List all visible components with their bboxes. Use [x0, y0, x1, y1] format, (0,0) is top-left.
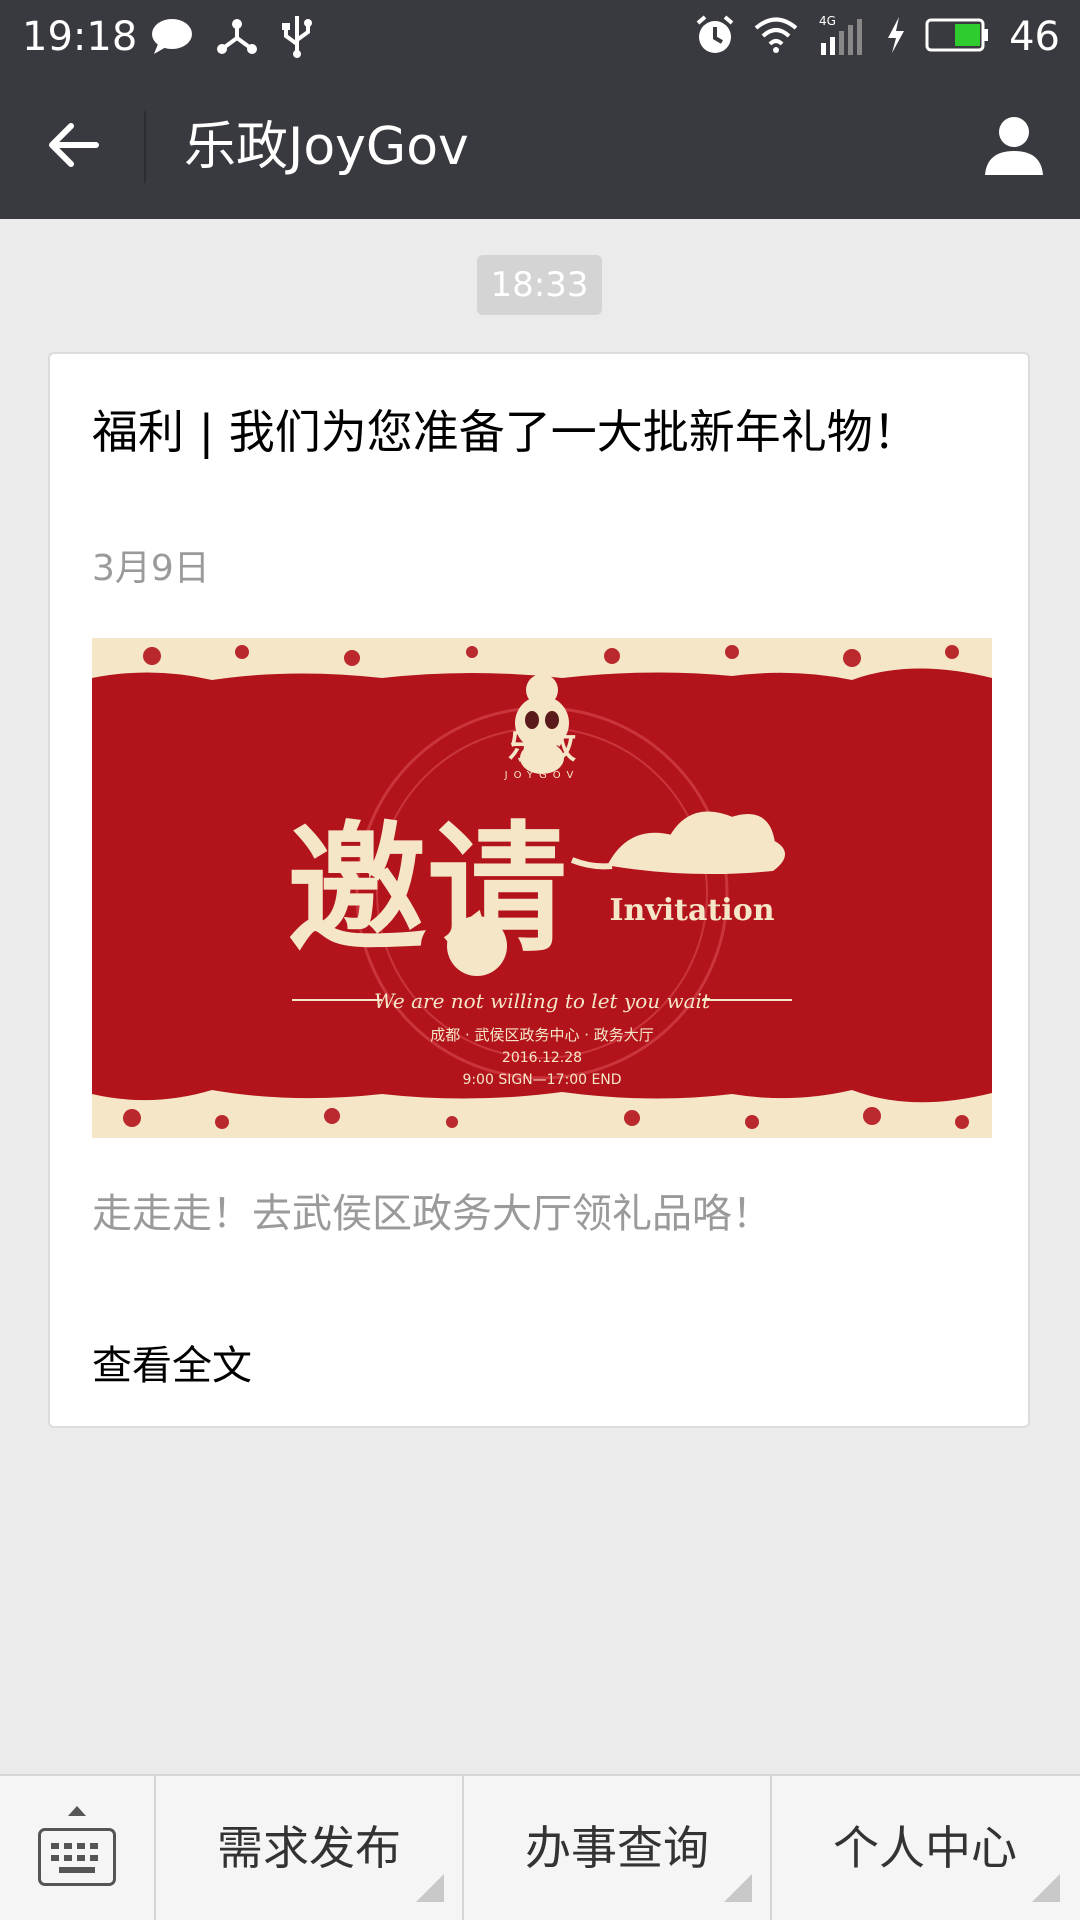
wifi-icon [753, 15, 799, 59]
menu-item-demand-publish[interactable]: 需求发布 [156, 1776, 462, 1920]
svg-text:4G: 4G [819, 14, 836, 28]
bottom-menu: 需求发布 办事查询 个人中心 [0, 1774, 1080, 1920]
alarm-icon [695, 14, 735, 60]
chat-bubble-icon [150, 16, 194, 60]
cover-brand-sub: JOYGOV [504, 770, 580, 781]
status-bar: 19:18 4G 46 [0, 0, 1080, 75]
menu-item-label: 需求发布 [217, 1821, 401, 1875]
submenu-indicator-icon [724, 1874, 752, 1902]
status-time: 19:18 [22, 14, 138, 60]
article-summary: 走走走！去武侯区政务大厅领礼品咯！ [92, 1191, 772, 1237]
signal-icon: 4G [817, 13, 867, 61]
read-more-link[interactable]: 查看全文 [92, 1338, 252, 1394]
menu-item-service-query[interactable]: 办事查询 [464, 1776, 770, 1920]
cover-location: 成都 · 武侯区政务中心 · 政务大厅 [430, 1026, 654, 1044]
back-button[interactable] [30, 111, 116, 183]
article-card[interactable]: 福利 | 我们为您准备了一大批新年礼物！ 3月9日 乐政 JOYGOV 邀请 I… [48, 352, 1030, 1428]
battery-level: 46 [1009, 14, 1060, 60]
cover-tagline: We are not willing to let you wait [374, 989, 711, 1013]
submenu-indicator-icon [416, 1874, 444, 1902]
page-title: 乐政JoyGov [184, 117, 469, 177]
cover-invitation: Invitation [609, 893, 774, 928]
back-arrow-icon [47, 122, 99, 172]
article-date: 3月9日 [92, 548, 210, 589]
battery-icon [925, 17, 991, 57]
charging-icon [885, 15, 907, 59]
keyboard-toggle-button[interactable] [0, 1776, 154, 1920]
app-header: 乐政JoyGov [0, 75, 1080, 219]
message-time-badge: 18:33 [477, 255, 602, 315]
article-cover-image[interactable]: 乐政 JOYGOV 邀请 Invitation We are not willi… [92, 638, 992, 1138]
profile-button[interactable] [974, 107, 1054, 187]
status-system-icons: 4G 46 [695, 12, 1060, 62]
usb-icon [280, 14, 314, 62]
menu-item-label: 办事查询 [525, 1821, 709, 1875]
keyboard-icon [38, 1828, 116, 1886]
cover-brand: 乐政 [508, 727, 576, 767]
caret-up-icon [68, 1806, 86, 1816]
cover-event-date: 2016.12.28 [502, 1050, 582, 1066]
header-divider [144, 111, 146, 183]
person-icon [982, 113, 1046, 181]
menu-item-label: 个人中心 [833, 1821, 1017, 1875]
share-icon [216, 16, 258, 60]
menu-item-personal-center[interactable]: 个人中心 [772, 1776, 1078, 1920]
status-notification-icons [150, 14, 314, 62]
article-title: 福利 | 我们为您准备了一大批新年礼物！ [92, 405, 919, 459]
cover-calligraphy: 邀请 [287, 808, 567, 972]
cover-hours: 9:00 SIGN—17:00 END [462, 1072, 621, 1088]
submenu-indicator-icon [1032, 1874, 1060, 1902]
